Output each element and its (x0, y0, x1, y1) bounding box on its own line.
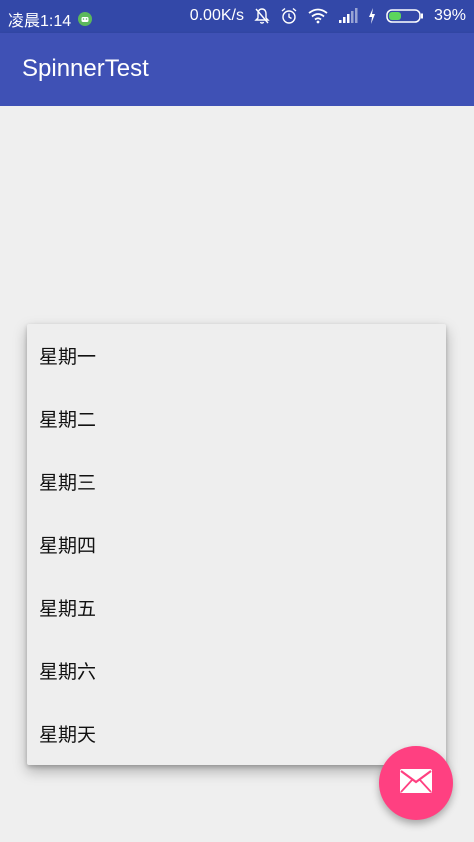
android-notification-icon (77, 11, 93, 27)
network-speed: 0.00K/s (189, 7, 244, 24)
dropdown-item-tuesday[interactable]: 星期二 (27, 387, 446, 450)
dropdown-item-wednesday[interactable]: 星期三 (27, 450, 446, 513)
battery-icon (386, 8, 424, 24)
status-left: 凌晨1:14 (8, 7, 93, 31)
battery-percent: 39% (433, 7, 466, 24)
mail-fab-button[interactable] (379, 746, 453, 820)
wifi-icon (308, 8, 328, 24)
mail-icon (399, 768, 433, 798)
signal-icon (338, 8, 358, 24)
dropdown-item-thursday[interactable]: 星期四 (27, 513, 446, 576)
dropdown-item-monday[interactable]: 星期一 (27, 324, 446, 387)
charging-icon (368, 8, 376, 24)
status-bar: 凌晨1:14 0.00K/s 39% (0, 0, 474, 33)
spinner-dropdown: 星期一 星期二 星期三 星期四 星期五 星期六 星期天 (27, 324, 446, 765)
dropdown-item-sunday[interactable]: 星期天 (27, 702, 446, 765)
mute-icon (254, 7, 270, 25)
app-title: SpinnerTest (22, 55, 149, 82)
dropdown-item-saturday[interactable]: 星期六 (27, 639, 446, 702)
dropdown-item-friday[interactable]: 星期五 (27, 576, 446, 639)
app-bar: SpinnerTest (0, 33, 474, 106)
status-right: 0.00K/s 39% (190, 7, 466, 25)
alarm-icon (280, 7, 298, 25)
status-time: 凌晨1:14 (8, 13, 72, 30)
